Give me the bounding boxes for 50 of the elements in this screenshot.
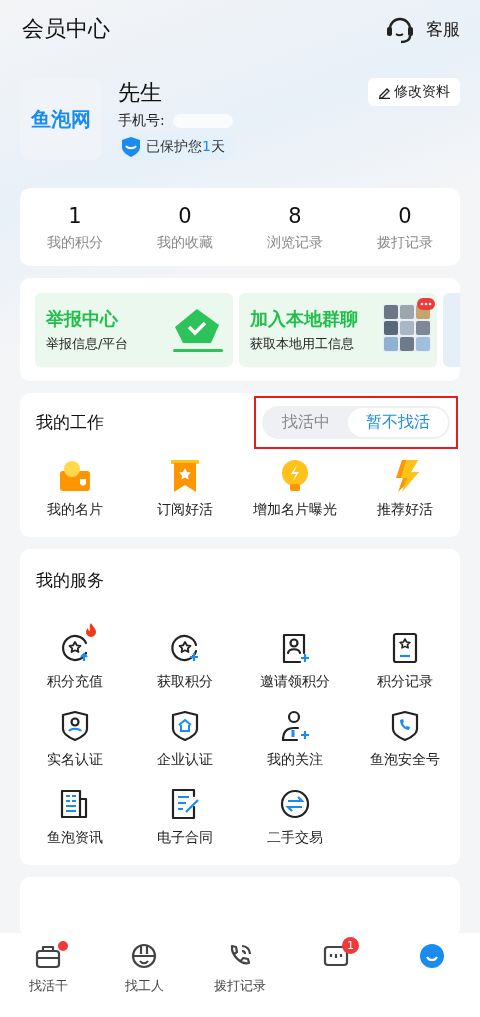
briefcase-icon — [35, 943, 61, 969]
service-item-label[interactable]: 企业认证 — [157, 751, 213, 769]
protection-text: 已保护您1天 — [146, 138, 225, 156]
user-name: 先生 — [118, 79, 163, 107]
section-title: 我的工作 — [36, 410, 104, 434]
star-ribbon-icon — [168, 459, 202, 493]
chat-bubble-icon — [417, 298, 435, 310]
service-item-label[interactable]: 积分充值 — [47, 673, 103, 691]
smiley-icon — [419, 943, 445, 969]
stat-label[interactable]: 我的积分 — [47, 234, 103, 252]
stat-value[interactable]: 1 — [68, 204, 82, 228]
customer-service-link[interactable]: 客服 — [426, 17, 460, 41]
stat-label[interactable]: 浏览记录 — [267, 234, 323, 252]
work-item-label[interactable]: 增加名片曝光 — [253, 501, 337, 519]
service-item-label[interactable]: 鱼泡资讯 — [47, 829, 103, 847]
service-item-label[interactable]: 获取积分 — [157, 673, 213, 691]
stat-label[interactable]: 拨打记录 — [377, 234, 433, 252]
edit-profile-button[interactable]: 修改资料 — [368, 78, 460, 106]
stat-label[interactable]: 我的收藏 — [157, 234, 213, 252]
service-item-label[interactable]: 实名认证 — [47, 751, 103, 769]
tab-label[interactable]: 找工人 — [124, 977, 164, 995]
unread-count: 1 — [342, 937, 359, 954]
banner-title: 举报中心 — [46, 307, 119, 331]
tab-label[interactable]: 拨打记录 — [214, 977, 266, 995]
banner-subtitle: 举报信息/平台 — [46, 335, 129, 353]
banner-title: 加入本地群聊 — [250, 307, 358, 331]
promo-banner[interactable]: 加入本地群聊 获取本地用工信息 — [239, 293, 437, 367]
status-option[interactable]: 暂不找活 — [348, 407, 448, 437]
helmet-icon — [131, 943, 157, 969]
service-item-label[interactable]: 邀请领积分 — [260, 673, 330, 691]
work-item-label[interactable]: 订阅好活 — [157, 501, 213, 519]
work-item-label[interactable]: 我的名片 — [47, 501, 103, 519]
message-icon — [323, 943, 349, 969]
service-item-label[interactable]: 电子合同 — [157, 829, 213, 847]
service-item-label[interactable]: 二手交易 — [267, 829, 323, 847]
service-item-label[interactable]: 鱼泡安全号 — [370, 751, 440, 769]
service-item-label[interactable]: 积分记录 — [377, 673, 433, 691]
phone-label: 手机号: — [118, 112, 165, 130]
work-item-label[interactable]: 推荐好活 — [377, 501, 433, 519]
stat-value[interactable]: 0 — [178, 204, 192, 228]
service-item-label[interactable]: 我的关注 — [267, 751, 323, 769]
stat-value[interactable]: 8 — [288, 204, 302, 228]
promo-banner[interactable]: 举报中心 举报信息/平台 — [35, 293, 233, 367]
banner-subtitle: 获取本地用工信息 — [250, 335, 355, 353]
stat-value[interactable]: 0 — [398, 204, 412, 228]
tab-label[interactable]: 找活干 — [28, 977, 68, 995]
exchange-icon — [278, 787, 312, 821]
shield-icon — [120, 136, 142, 158]
section-title: 我的服务 — [36, 568, 104, 592]
page-title: 会员中心 — [22, 15, 110, 43]
